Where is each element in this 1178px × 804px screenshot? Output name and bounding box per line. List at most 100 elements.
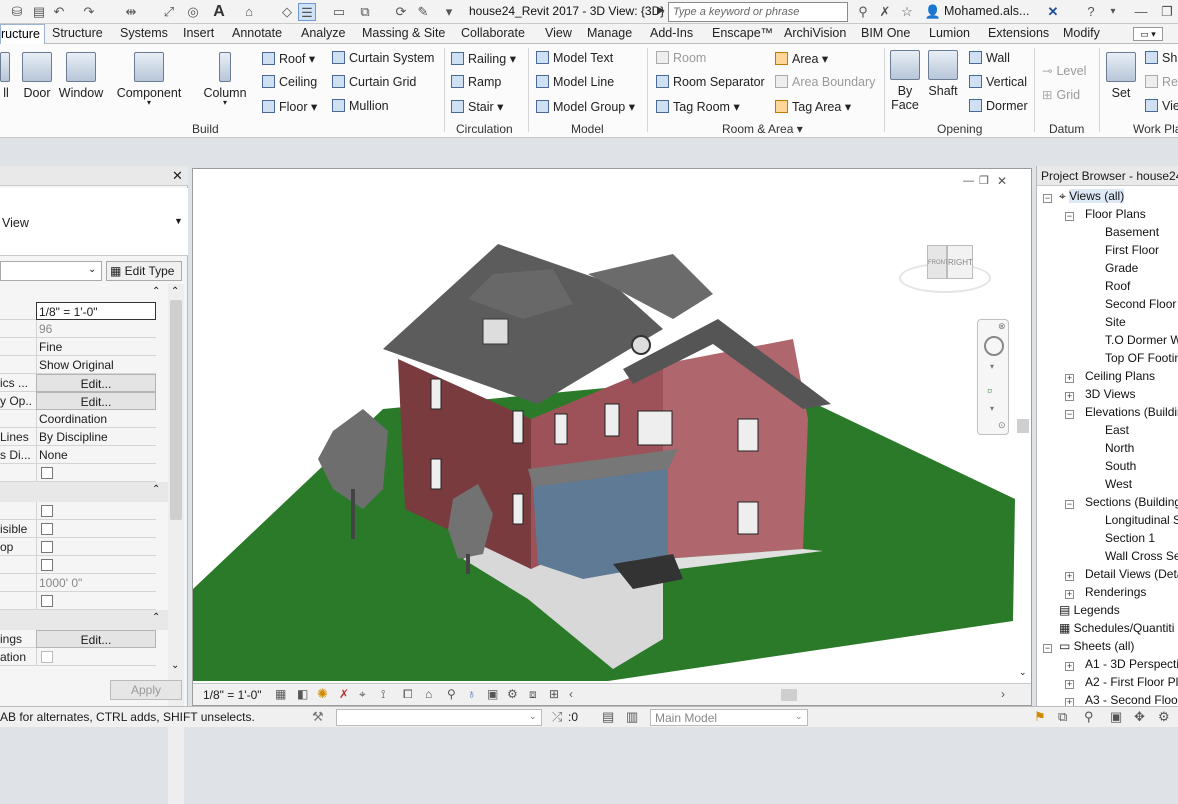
tab-manage[interactable]: Manage: [587, 26, 632, 40]
search-input[interactable]: Type a keyword or phrase: [668, 2, 848, 22]
tree-item-sheet-a2[interactable]: A2 - First Floor Pl: [1085, 675, 1178, 689]
ramp-button[interactable]: Ramp: [451, 75, 501, 89]
collapse-group-icon[interactable]: ⌃: [152, 484, 160, 495]
visual-style-icon[interactable]: ◧: [297, 687, 308, 701]
checkbox[interactable]: [41, 523, 53, 535]
chevron-down-icon[interactable]: ▼: [174, 216, 183, 226]
tab-collaborate[interactable]: Collaborate: [461, 26, 525, 40]
tree-item-section-1[interactable]: Section 1: [1105, 531, 1155, 545]
by-face-button[interactable]: By Face: [888, 50, 922, 112]
collapse-icon[interactable]: −: [1043, 194, 1052, 203]
subscription-icon[interactable]: ✗: [876, 3, 894, 21]
tree-item-to-dormer[interactable]: T.O Dormer W: [1105, 333, 1178, 347]
tab-bim-one[interactable]: BIM One: [861, 26, 910, 40]
close-hidden-windows-icon[interactable]: ▭: [330, 3, 348, 21]
scroll-up-icon[interactable]: ⌃: [171, 286, 179, 297]
tree-item-south[interactable]: South: [1105, 459, 1136, 473]
exchange-apps-icon[interactable]: ✕: [1044, 3, 1062, 21]
collapse-icon[interactable]: −: [1065, 212, 1074, 221]
drag-on-selection-icon[interactable]: ✥: [1134, 709, 1145, 725]
edit-icon[interactable]: ✎: [414, 3, 432, 21]
tree-item-elevations[interactable]: Elevations (Buildin: [1085, 405, 1178, 419]
vertical-scroll-thumb[interactable]: [1017, 419, 1029, 433]
chevron-down-icon[interactable]: ▾: [990, 362, 994, 371]
set-work-plane-button[interactable]: Set: [1104, 52, 1138, 100]
chevron-right-icon[interactable]: ▶: [657, 5, 665, 16]
rendering-settings-edit-button[interactable]: Edit...: [36, 630, 156, 648]
reveal-constraints-icon[interactable]: ⊞: [549, 687, 559, 701]
tab-lumion[interactable]: Lumion: [929, 26, 970, 40]
tree-item-schedules[interactable]: ▦ Schedules/Quantiti: [1059, 621, 1174, 635]
3d-view-canvas[interactable]: — ❐ ✕ FRONT RIGHT ⊗ ▾ ▫ ▾ ⊙ ⌄ 1/8" = 1'-…: [192, 168, 1032, 706]
tree-item-sections[interactable]: Sections (Building: [1085, 495, 1178, 509]
detail-level-field[interactable]: Fine: [36, 338, 156, 356]
measure-icon[interactable]: ⇹: [122, 3, 140, 21]
scroll-right-icon[interactable]: ›: [1001, 687, 1005, 701]
tab-systems[interactable]: Systems: [120, 26, 168, 40]
tree-item-grade[interactable]: Grade: [1105, 261, 1138, 275]
aligned-dimension-icon[interactable]: ⤢: [160, 3, 178, 21]
roof-button[interactable]: Roof ▾: [262, 51, 315, 66]
mullion-button[interactable]: Mullion: [332, 99, 389, 113]
show-crop-region-icon[interactable]: ⧠: [403, 687, 413, 702]
component-button[interactable]: Component ▾: [114, 52, 184, 107]
editing-requests-icon[interactable]: ⤮: [552, 709, 562, 725]
expand-icon[interactable]: +: [1065, 392, 1074, 401]
tree-item-longitudinal-section[interactable]: Longitudinal S: [1105, 513, 1178, 527]
room-separator-button[interactable]: Room Separator: [656, 75, 765, 89]
minimize-icon[interactable]: —: [1132, 3, 1150, 21]
show-work-plane-button[interactable]: Sh: [1145, 51, 1177, 65]
tree-item-sheet-a1[interactable]: A1 - 3D Perspectiv: [1085, 657, 1178, 671]
steering-wheel-icon[interactable]: [984, 336, 1004, 356]
undo-icon[interactable]: ↶: [50, 3, 68, 21]
nav-bar-options-icon[interactable]: ⊙: [998, 420, 1006, 431]
section-icon[interactable]: ◇: [278, 3, 296, 21]
wall-button[interactable]: ll: [0, 52, 12, 100]
tab-insert[interactable]: Insert: [183, 26, 214, 40]
model-line-button[interactable]: Model Line: [536, 75, 614, 89]
tab-archivision[interactable]: ArchiVision: [784, 26, 846, 40]
ref-plane-button[interactable]: Re: [1145, 75, 1178, 89]
tree-item-second-floor[interactable]: Second Floor: [1105, 297, 1176, 311]
area-button[interactable]: Area ▾: [775, 51, 828, 66]
tag-area-button[interactable]: Tag Area ▾: [775, 99, 851, 114]
tree-item-roof[interactable]: Roof: [1105, 279, 1130, 293]
build-panel-label[interactable]: Build: [192, 122, 219, 136]
horizontal-scroll-thumb[interactable]: [781, 689, 797, 701]
tab-add-ins[interactable]: Add-Ins: [650, 26, 693, 40]
filter-icon[interactable]: ⚙: [1158, 709, 1170, 725]
expand-icon[interactable]: +: [1065, 590, 1074, 599]
tab-structure[interactable]: Structure: [52, 26, 103, 40]
user-name[interactable]: Mohamed.als...: [944, 4, 1029, 18]
viewcube-front-face[interactable]: FRONT: [927, 245, 949, 279]
thin-lines-icon[interactable]: ☰: [298, 3, 316, 21]
collapse-icon[interactable]: −: [1043, 644, 1052, 653]
checkbox[interactable]: [41, 595, 53, 607]
tree-item-ceiling-plans[interactable]: Ceiling Plans: [1085, 369, 1155, 383]
wall-opening-button[interactable]: Wall: [969, 51, 1010, 65]
expand-icon[interactable]: +: [1065, 680, 1074, 689]
workset-dropdown[interactable]: ⌄: [336, 709, 542, 726]
collapse-icon[interactable]: −: [1065, 410, 1074, 419]
help-dropdown-icon[interactable]: ▾: [1104, 3, 1122, 21]
tab-architecture[interactable]: ructure: [0, 24, 45, 44]
expand-icon[interactable]: +: [1065, 662, 1074, 671]
redo-icon[interactable]: ↷: [80, 3, 98, 21]
tree-item-views-all[interactable]: ⌖ Views (all): [1059, 189, 1125, 204]
shadows-icon[interactable]: ✗: [339, 687, 349, 701]
room-button[interactable]: Room: [656, 51, 706, 65]
checkbox[interactable]: [41, 651, 53, 663]
tree-item-sheet-a3[interactable]: A3 - Second Floor: [1085, 693, 1178, 706]
tree-item-3d-views[interactable]: 3D Views: [1085, 387, 1135, 401]
temporary-hide-icon[interactable]: ⚲: [447, 687, 456, 701]
expand-icon[interactable]: +: [1065, 698, 1074, 706]
tree-item-basement[interactable]: Basement: [1105, 225, 1159, 239]
open-icon[interactable]: ▤: [30, 3, 48, 21]
instance-filter-dropdown[interactable]: ⌄: [0, 261, 102, 281]
reveal-hidden-icon[interactable]: ♁: [467, 687, 476, 701]
tab-annotate[interactable]: Annotate: [232, 26, 282, 40]
close-icon[interactable]: ✕: [172, 168, 183, 184]
view-scale-label[interactable]: 1/8" = 1'-0": [203, 688, 262, 702]
curtain-grid-button[interactable]: Curtain Grid: [332, 75, 416, 89]
door-button[interactable]: Door: [20, 52, 54, 100]
